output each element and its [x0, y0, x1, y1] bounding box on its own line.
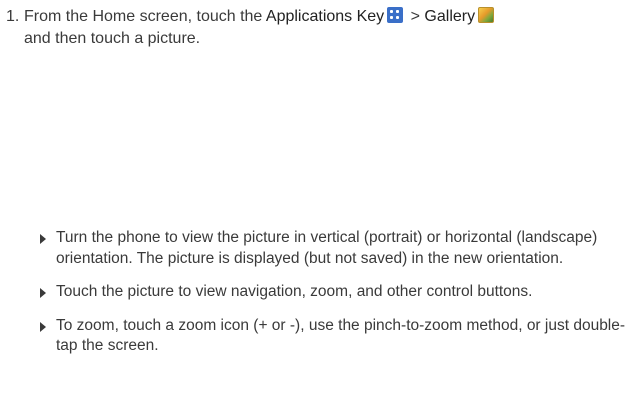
gallery-photo-icon	[478, 7, 495, 23]
step-line-1: 1. From the Home screen, touch the Applic…	[6, 6, 626, 28]
step-number: 1.	[6, 8, 20, 25]
applications-grid-icon	[387, 7, 404, 23]
bullet-text: Touch the picture to view navigation, zo…	[56, 283, 533, 300]
bullet-item: To zoom, touch a zoom icon (+ or -), use…	[40, 316, 630, 357]
step-line-2: and then touch a picture.	[24, 30, 201, 47]
gallery-label: Gallery	[424, 8, 476, 25]
bullet-text: Turn the phone to view the picture in ve…	[56, 229, 598, 267]
bullet-arrow-icon	[40, 321, 46, 332]
bullet-list: Turn the phone to view the picture in ve…	[40, 228, 630, 370]
applications-key-label: Applications Key	[265, 8, 385, 25]
separator: >	[406, 8, 425, 25]
step-text: From the Home screen, touch the	[24, 8, 266, 25]
bullet-item: Turn the phone to view the picture in ve…	[40, 228, 630, 269]
bullet-item: Touch the picture to view navigation, zo…	[40, 282, 630, 303]
bullet-arrow-icon	[40, 234, 46, 244]
bullet-text: To zoom, touch a zoom icon (+ or -), use…	[56, 316, 626, 355]
bullet-arrow-icon	[40, 288, 46, 298]
step-1: 1. From the Home screen, touch the Applic…	[6, 6, 626, 50]
